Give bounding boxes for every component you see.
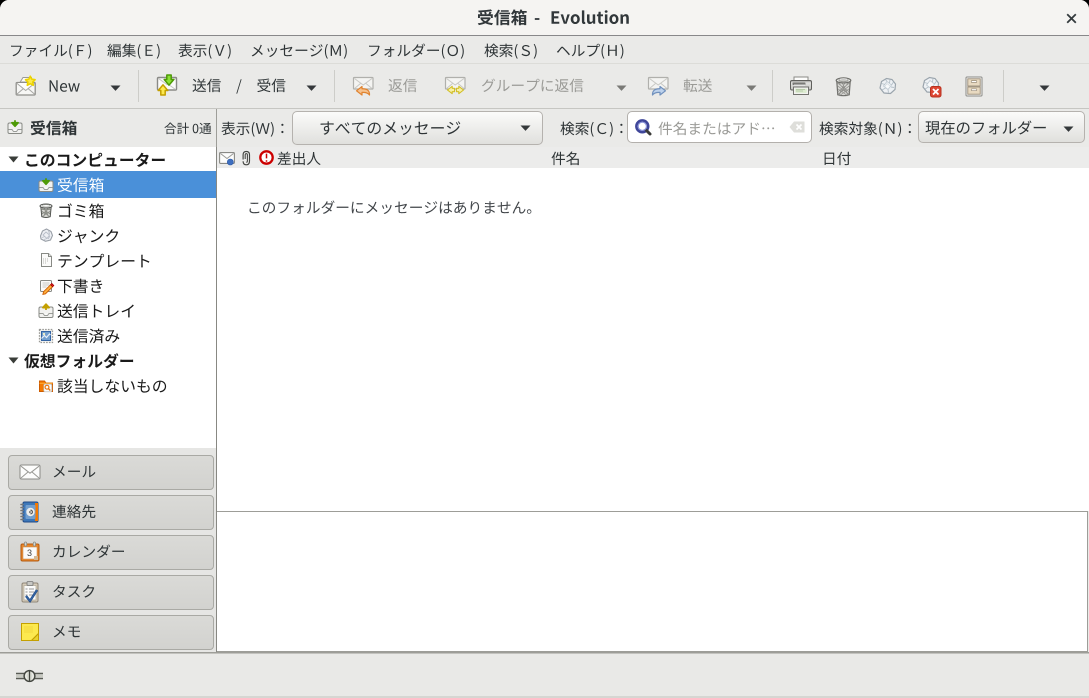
svg-text:3: 3: [27, 548, 32, 558]
